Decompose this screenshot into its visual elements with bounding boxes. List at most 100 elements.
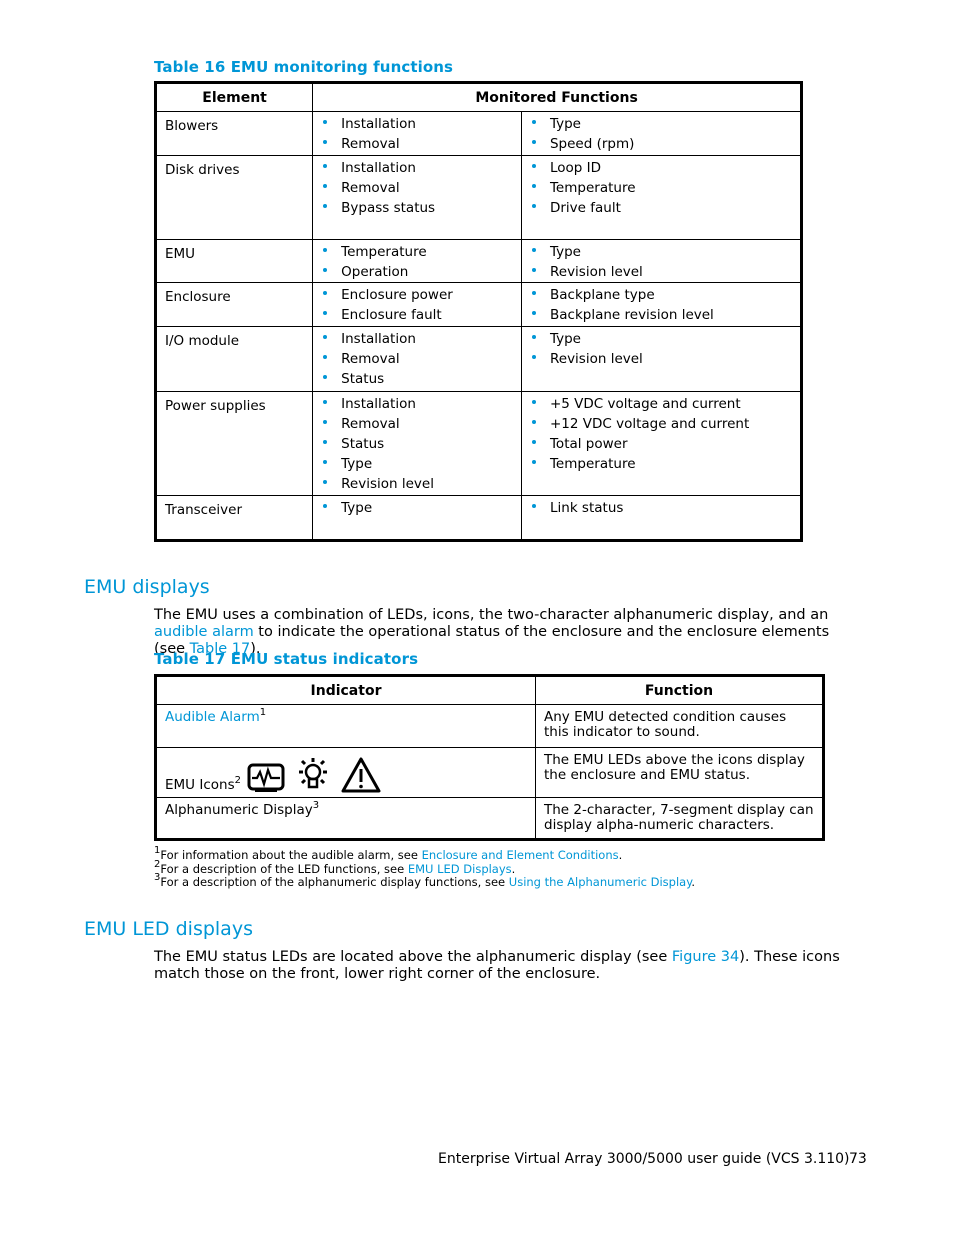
bullet-list: Backplane type Backplane revision level	[522, 283, 800, 325]
table-row: Transceiver Type Link status	[154, 495, 803, 541]
element-cell: Blowers	[154, 111, 314, 156]
element-cell: Power supplies	[154, 391, 314, 496]
list-item: Installation	[321, 158, 521, 178]
table-row: Disk drives Installation Removal Bypass sta…	[154, 155, 803, 240]
monitor-waveform-icon	[247, 763, 285, 792]
table-row: Power supplies Installation Removal Status T…	[154, 391, 803, 496]
list-item: Backplane revision level	[530, 305, 800, 325]
table-17-caption: Table 17 EMU status indicators	[154, 650, 419, 668]
bullet-list: Installation Removal Bypass status	[313, 156, 521, 218]
para-text: The EMU uses a combination of LEDs, icon…	[154, 607, 829, 623]
list-item: Type	[530, 242, 800, 262]
list-item: Drive fault	[530, 198, 800, 218]
list-item: Installation	[321, 329, 521, 349]
header-monitored-functions: Monitored Functions	[312, 82, 802, 112]
list-item: Status	[321, 434, 521, 454]
footer-doc-title: Enterprise Virtual Array 3000/5000 user …	[438, 1151, 850, 1167]
bullet-list: Loop ID Temperature Drive fault	[522, 156, 800, 218]
footnote-3: 3For a description of the alphanumeric d…	[154, 872, 696, 889]
list-item: Type	[530, 114, 800, 134]
list-item: Bypass status	[321, 198, 521, 218]
list-item: Revision level	[321, 474, 521, 494]
section-heading-emu-displays: EMU displays	[84, 576, 210, 598]
table-row: Audible Alarm1 Any EMU detected conditio…	[155, 704, 824, 748]
functions-cell-left: Installation Removal Status Type Revision le…	[312, 391, 522, 496]
list-item: Removal	[321, 349, 521, 369]
emu-led-displays-paragraph: The EMU status LEDs are located above th…	[154, 949, 844, 983]
function-cell: The EMU LEDs above the icons display the…	[535, 747, 824, 798]
header-element: Element	[154, 82, 314, 112]
functions-cell-left: Type	[312, 495, 522, 541]
list-item: Enclosure fault	[321, 305, 521, 325]
footnotes: 1For information about the audible alarm…	[154, 845, 696, 890]
list-item: Speed (rpm)	[530, 134, 800, 154]
audible-alarm-link[interactable]: audible alarm	[154, 624, 254, 640]
list-item: Link status	[530, 498, 800, 518]
functions-cell-right: +5 VDC voltage and current +12 VDC voltag…	[520, 391, 803, 496]
functions-cell-right: Loop ID Temperature Drive fault	[520, 155, 803, 240]
list-item: Type	[321, 498, 521, 518]
element-cell: Disk drives	[154, 155, 314, 240]
bullet-list: Installation Removal Status Type Revision le…	[313, 392, 521, 494]
functions-cell-right: Backplane type Backplane revision level	[520, 282, 803, 327]
table-16-caption: Table 16 EMU monitoring functions	[154, 58, 454, 76]
bullet-list: Enclosure power Enclosure fault	[313, 283, 521, 325]
bullet-list: Temperature Operation	[313, 240, 521, 282]
list-item: +5 VDC voltage and current	[530, 394, 800, 414]
section-heading-emu-led-displays: EMU LED displays	[84, 918, 253, 940]
bullet-list: Type Revision level	[522, 240, 800, 282]
indicator-cell: EMU Icons2	[155, 747, 536, 798]
list-item: Total power	[530, 434, 800, 454]
list-item: Revision level	[530, 262, 800, 282]
functions-cell-right: Type Speed (rpm)	[520, 111, 803, 156]
bullet-list: Type Speed (rpm)	[522, 112, 800, 154]
table-row: Alphanumeric Display3 The 2-character, 7…	[155, 797, 824, 840]
bullet-list: Link status	[522, 496, 800, 518]
element-cell: I/O module	[154, 326, 314, 392]
list-item: Temperature	[530, 178, 800, 198]
list-item: Temperature	[530, 454, 800, 474]
list-item: Type	[321, 454, 521, 474]
figure-34-link[interactable]: Figure 34	[672, 949, 739, 965]
bullet-list: Type Revision level	[522, 327, 800, 369]
enclosure-conditions-link[interactable]: Enclosure and Element Conditions	[422, 848, 619, 862]
alphanumeric-display-link[interactable]: Using the Alphanumeric Display	[509, 875, 692, 889]
element-cell: Transceiver	[154, 495, 314, 541]
light-bulb-icon	[299, 758, 328, 789]
table-row: Blowers Installation Removal Type Speed (rpm…	[154, 111, 803, 156]
list-item: Installation	[321, 394, 521, 414]
list-item: Installation	[321, 114, 521, 134]
functions-cell-left: Temperature Operation	[312, 239, 522, 283]
list-item: Temperature	[321, 242, 521, 262]
list-item: +12 VDC voltage and current	[530, 414, 800, 434]
functions-cell-right: Type Revision level	[520, 239, 803, 283]
element-cell: Enclosure	[154, 282, 314, 327]
table-row: EMU Icons2 The EMU LEDs above the icons …	[155, 747, 824, 798]
audible-alarm-link[interactable]: Audible Alarm	[165, 709, 260, 725]
list-item: Removal	[321, 134, 521, 154]
emu-led-displays-link[interactable]: EMU LED Displays	[408, 862, 512, 876]
functions-cell-right: Type Revision level	[520, 326, 803, 392]
footnote-text: For a description of the alphanumeric di…	[160, 875, 509, 889]
bullet-list: Installation Removal Status	[313, 327, 521, 389]
bullet-list: +5 VDC voltage and current +12 VDC voltag…	[522, 392, 800, 474]
table-row: Enclosure Enclosure power Enclosure fault B…	[154, 282, 803, 327]
list-item: Revision level	[530, 349, 800, 369]
footnote-ref: 3	[312, 800, 320, 811]
warning-triangle-icon	[341, 757, 381, 793]
functions-cell-left: Installation Removal Status	[312, 326, 522, 392]
header-indicator: Indicator	[155, 675, 536, 705]
emu-status-indicators-table: Indicator Function Audible Alarm1 Any EM…	[154, 674, 825, 841]
footnote-2: 2For a description of the LED functions,…	[154, 858, 516, 876]
function-cell: Any EMU detected condition causes this i…	[535, 704, 824, 748]
list-item: Removal	[321, 178, 521, 198]
indicator-cell: Alphanumeric Display3	[155, 797, 536, 840]
footnote-ref: 1	[259, 707, 267, 718]
footnote-1: 1For information about the audible alarm…	[154, 845, 623, 862]
list-item: Enclosure power	[321, 285, 521, 305]
table-row: I/O module Installation Removal Status Type R…	[154, 326, 803, 392]
emu-icons-label: EMU Icons	[165, 777, 235, 793]
list-item: Type	[530, 329, 800, 349]
functions-cell-left: Installation Removal	[312, 111, 522, 156]
page-number: 73	[849, 1151, 867, 1167]
